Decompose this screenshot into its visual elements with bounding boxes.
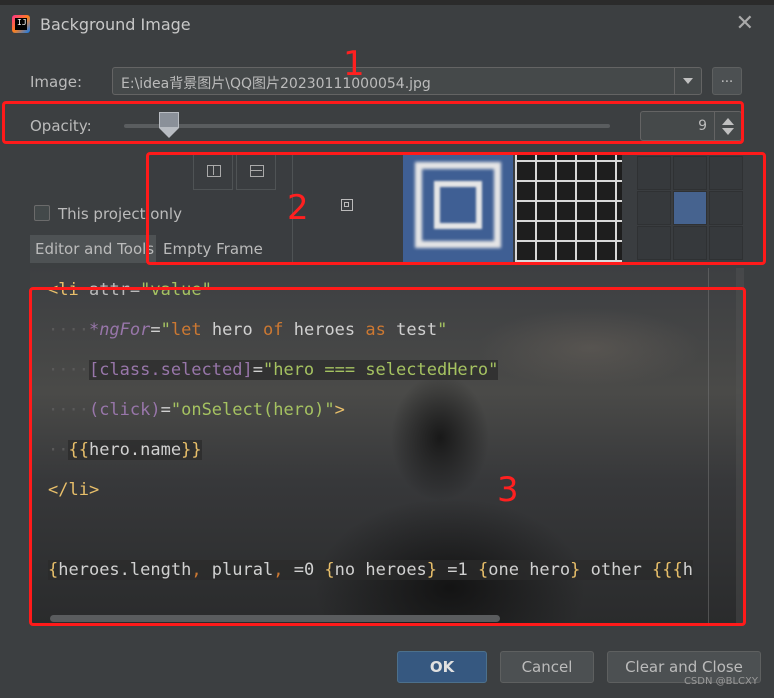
editor-preview: <li attr="value" ····*ngFor="let hero of…: [30, 268, 744, 624]
anchor-middle-left[interactable]: [637, 191, 671, 225]
cancel-button[interactable]: Cancel: [500, 651, 594, 683]
tab-empty-frame-label: Empty Frame: [163, 240, 263, 258]
code-line-7: {heroes.length, plural, =0 {no heroes} =…: [48, 560, 694, 580]
this-project-only-label[interactable]: This project only: [58, 205, 182, 223]
fill-option-tile[interactable]: [515, 152, 622, 262]
close-icon[interactable]: ✕: [736, 11, 754, 36]
scaled-frame-inner: [434, 181, 482, 229]
split-vertical-icon: [207, 165, 221, 177]
anchor-top-center[interactable]: [673, 156, 707, 190]
anchor-bottom-center[interactable]: [673, 226, 707, 260]
code-line-1: <li attr="value": [48, 280, 212, 300]
anchor-middle-right[interactable]: [709, 191, 743, 225]
code-line-5: ··{{hero.name}}: [48, 440, 202, 460]
ok-button[interactable]: OK: [397, 651, 487, 683]
this-project-only-checkbox[interactable]: [34, 205, 50, 221]
split-horizontal-button[interactable]: [236, 152, 276, 190]
opacity-spinner[interactable]: 9: [640, 111, 742, 141]
editor-horizontal-scrollbar[interactable]: [50, 615, 500, 622]
app-logo-icon: IJ: [12, 15, 30, 33]
anchor-top-right[interactable]: [709, 156, 743, 190]
center-frame-icon: [341, 199, 353, 211]
image-path-value: E:\idea背景图片\QQ图片20230111000054.jpg: [121, 76, 431, 92]
browse-button[interactable]: ...: [712, 67, 742, 95]
code-line-4: ····(click)="onSelect(hero)">: [48, 400, 345, 420]
right-margin-guide: [708, 268, 709, 624]
app-logo-text: IJ: [17, 18, 27, 27]
anchor-bottom-left[interactable]: [637, 226, 671, 260]
split-vertical-button[interactable]: [193, 152, 233, 190]
annotation-box-1: [2, 101, 744, 144]
spinner-buttons[interactable]: [714, 112, 741, 140]
opacity-slider-thumb[interactable]: [159, 112, 179, 138]
code-line-6: </li>: [48, 480, 100, 500]
opacity-value: 9: [698, 118, 707, 134]
dropdown-arrow-icon[interactable]: [674, 68, 701, 94]
annotation-number-2: 2: [287, 188, 309, 228]
spinner-down-icon[interactable]: [722, 128, 734, 135]
tab-editor-and-tools[interactable]: Editor and Tools: [30, 235, 156, 263]
split-horizontal-icon: [250, 165, 264, 177]
spinner-up-icon[interactable]: [722, 118, 734, 125]
annotation-number-3: 3: [497, 470, 519, 510]
dialog-title: Background Image: [40, 15, 191, 34]
image-path-combobox[interactable]: E:\idea背景图片\QQ图片20230111000054.jpg: [112, 67, 702, 95]
anchor-grid[interactable]: [637, 152, 747, 262]
anchor-top-left[interactable]: [637, 156, 671, 190]
code-line-2: ····*ngFor="let hero of heroes as test": [48, 320, 448, 340]
editor-vertical-scrollbar[interactable]: [736, 268, 744, 624]
tab-empty-frame[interactable]: Empty Frame: [158, 235, 278, 263]
tab-editor-and-tools-label: Editor and Tools: [35, 240, 155, 258]
annotation-number-1: 1: [343, 44, 365, 84]
opacity-label: Opacity:: [30, 117, 92, 135]
image-label: Image:: [30, 73, 83, 91]
fill-option-center[interactable]: [292, 152, 403, 262]
anchor-bottom-right[interactable]: [709, 226, 743, 260]
fill-option-scale[interactable]: [403, 152, 513, 262]
title-bar: IJ Background Image ✕: [0, 5, 774, 43]
code-line-3: ····[class.selected]="hero === selectedH…: [48, 360, 499, 380]
anchor-center-selected[interactable]: [673, 191, 707, 225]
opacity-slider-track[interactable]: [124, 124, 610, 128]
watermark: CSDN @BLCXY: [683, 676, 758, 687]
